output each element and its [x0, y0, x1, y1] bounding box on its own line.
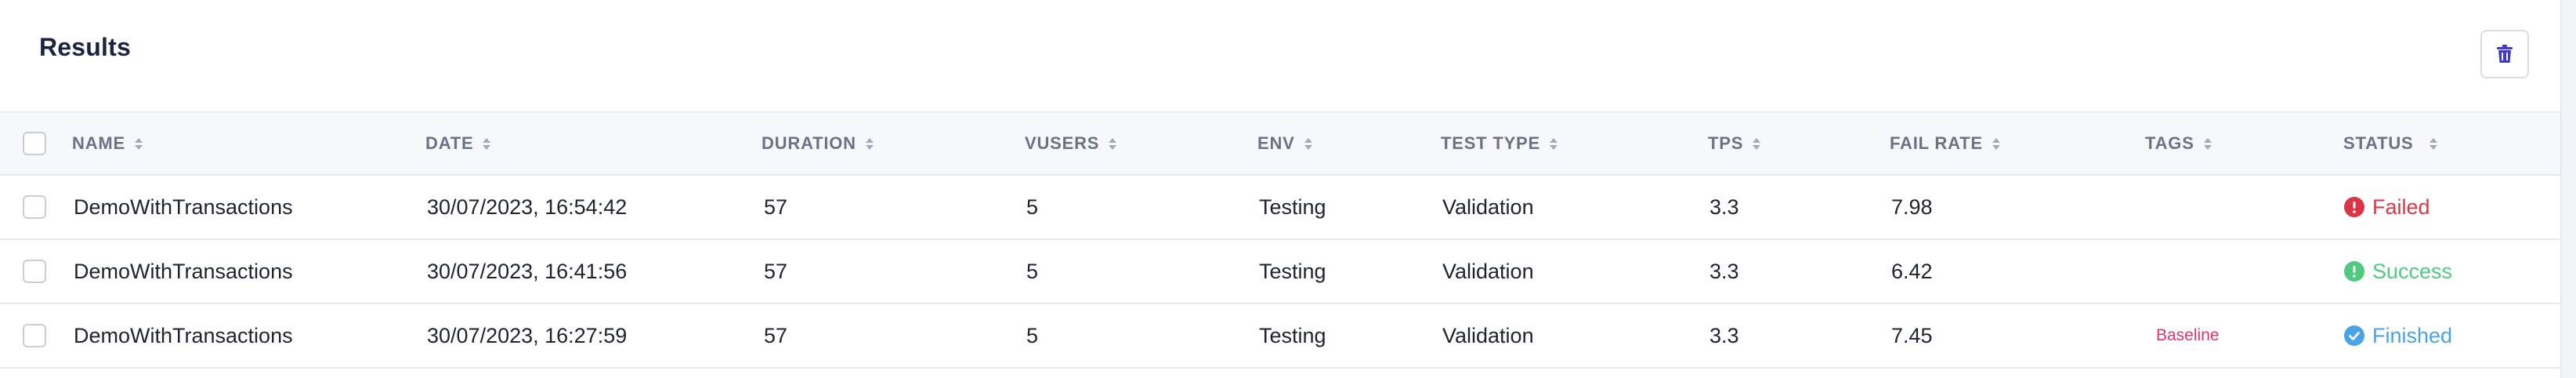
cell-duration: 57 [764, 259, 788, 283]
table-header: NAME DATE DURATION VUSERS ENV TEST TYPE [0, 111, 2560, 176]
scrollbar-track[interactable] [2562, 0, 2576, 378]
cell-name: DemoWithTransactions [74, 194, 293, 219]
cell-fail-rate: 7.45 [1891, 323, 1933, 347]
cell-env: Testing [1259, 194, 1326, 219]
column-header-tps[interactable]: TPS [1708, 113, 1761, 174]
column-header-vusers[interactable]: VUSERS [1025, 113, 1117, 174]
delete-button[interactable] [2480, 30, 2529, 78]
cell-env: Testing [1259, 323, 1326, 347]
select-all-checkbox[interactable] [23, 132, 46, 155]
sort-icon [134, 137, 143, 150]
cell-duration: 57 [764, 194, 788, 219]
sort-icon [483, 137, 491, 150]
exclamation-circle-icon [2344, 197, 2364, 217]
cell-duration: 57 [764, 323, 788, 347]
column-header-name[interactable]: NAME [72, 113, 143, 174]
column-header-duration[interactable]: DURATION [762, 113, 874, 174]
column-header-date[interactable]: DATE [425, 113, 491, 174]
sort-icon [1109, 137, 1117, 150]
status-badge: Success [2344, 240, 2452, 303]
cell-vusers: 5 [1026, 323, 1039, 347]
cell-vusers: 5 [1026, 259, 1039, 283]
status-badge: Failed [2344, 176, 2430, 238]
sort-icon [1304, 137, 1312, 150]
cell-date: 30/07/2023, 16:54:42 [427, 194, 628, 219]
column-header-env[interactable]: ENV [1257, 113, 1312, 174]
status-badge: Finished [2344, 304, 2452, 367]
cell-test-type: Validation [1442, 259, 1534, 283]
cell-env: Testing [1259, 259, 1326, 283]
cell-fail-rate: 6.42 [1891, 259, 1933, 283]
sort-icon [865, 137, 874, 150]
cell-date: 30/07/2023, 16:41:56 [427, 259, 628, 283]
sort-icon [2203, 137, 2212, 150]
row-checkbox[interactable] [23, 260, 46, 283]
cell-vusers: 5 [1026, 194, 1039, 219]
check-circle-icon [2344, 325, 2364, 346]
table-row[interactable]: DemoWithTransactions 30/07/2023, 16:27:5… [0, 304, 2560, 369]
cell-test-type: Validation [1442, 323, 1534, 347]
column-header-status[interactable]: STATUS [2343, 113, 2437, 174]
cell-date: 30/07/2023, 16:27:59 [427, 323, 628, 347]
column-header-test-type[interactable]: TEST TYPE [1441, 113, 1558, 174]
cell-tps: 3.3 [1709, 194, 1739, 219]
cell-name: DemoWithTransactions [74, 259, 293, 283]
status-label: Success [2372, 259, 2453, 283]
sort-icon [1992, 137, 2000, 150]
column-header-fail-rate[interactable]: FAIL RATE [1890, 113, 2000, 174]
status-label: Failed [2372, 194, 2430, 219]
page-title: Results [39, 33, 131, 61]
results-page: Results NAME DATE DURATION VUSERS ENV TE… [0, 0, 2576, 378]
sort-icon [2429, 137, 2437, 150]
cell-name: DemoWithTransactions [74, 323, 293, 347]
table-row[interactable]: DemoWithTransactions 30/07/2023, 16:54:4… [0, 176, 2560, 240]
exclamation-circle-icon [2344, 261, 2364, 282]
row-checkbox[interactable] [23, 195, 46, 219]
table-row[interactable]: DemoWithTransactions 30/07/2023, 16:41:5… [0, 240, 2560, 304]
tag-baseline[interactable]: Baseline [2156, 304, 2220, 367]
sort-icon [1753, 137, 1761, 150]
row-checkbox[interactable] [23, 324, 46, 347]
cell-tps: 3.3 [1709, 323, 1739, 347]
sort-icon [1550, 137, 1558, 150]
status-label: Finished [2372, 323, 2453, 347]
column-header-tags[interactable]: TAGS [2145, 113, 2212, 174]
results-card: Results NAME DATE DURATION VUSERS ENV TE… [0, 0, 2562, 378]
cell-fail-rate: 7.98 [1891, 194, 1933, 219]
cell-test-type: Validation [1442, 194, 1534, 219]
trash-icon [2497, 45, 2513, 63]
cell-tps: 3.3 [1709, 259, 1739, 283]
